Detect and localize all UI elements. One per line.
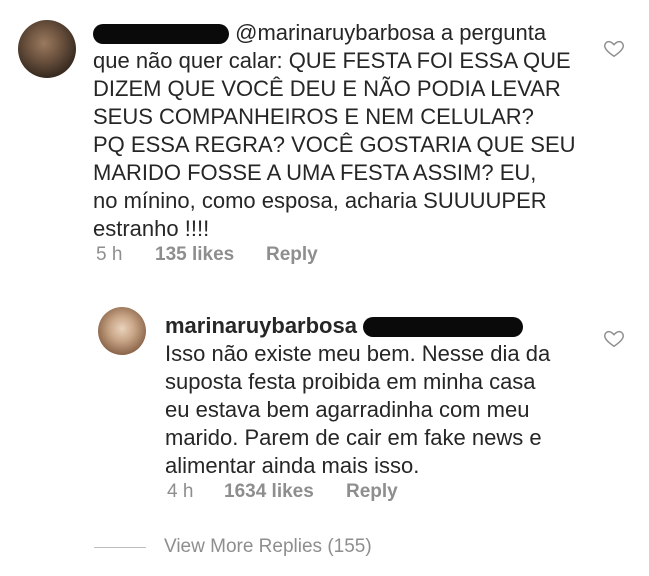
view-more-replies-label[interactable]: View More Replies (155) — [164, 536, 372, 558]
comment-1-line: no mínino, como esposa, acharia SUUUUPER — [93, 188, 547, 213]
comment-2-line: suposta festa proibida em minha casa — [165, 369, 536, 394]
comment-1-inline-text: a pergunta — [434, 20, 547, 45]
reply-button[interactable]: Reply — [266, 244, 318, 266]
comment-1-line: DIZEM QUE VOCÊ DEU E NÃO PODIA LEVAR — [93, 76, 561, 101]
comment-1-line: estranho !!!! — [93, 216, 210, 241]
comment-1-line: SEUS COMPANHEIROS E NEM CELULAR? — [93, 104, 534, 129]
likes-count[interactable]: 1634 likes — [224, 481, 314, 503]
commenter-avatar[interactable] — [18, 20, 76, 78]
comment-2-line: Isso não existe meu bem. Nesse dia da — [165, 341, 551, 366]
reply-button[interactable]: Reply — [346, 481, 398, 503]
comment-1-line: PQ ESSA REGRA? VOCÊ GOSTARIA QUE SEU — [93, 132, 576, 157]
mention-link[interactable]: @marinaruybarbosa — [235, 20, 435, 45]
like-heart-icon[interactable] — [603, 327, 625, 349]
comment-1-line: que não quer calar: QUE FESTA FOI ESSA Q… — [93, 48, 571, 73]
redacted-mention — [363, 317, 524, 338]
comment-2-line: alimentar ainda mais isso. — [165, 453, 420, 478]
comment-time: 5 h — [96, 244, 123, 265]
comment-1-line: MARIDO FOSSE A UMA FESTA ASSIM? EU, — [93, 160, 537, 185]
divider-line — [94, 546, 146, 548]
like-heart-icon[interactable] — [603, 37, 625, 59]
comment-1-body: @marinaruybarbosa a pergunta que não que… — [93, 19, 613, 243]
comment-username[interactable]: marinaruybarbosa — [165, 313, 357, 338]
comment-2-body: marinaruybarbosa Isso não existe meu bem… — [165, 312, 585, 480]
author-avatar[interactable] — [98, 307, 146, 355]
likes-count[interactable]: 135 likes — [155, 244, 234, 266]
comment-time: 4 h — [167, 481, 194, 502]
comment-2-line: eu estava bem agarradinha com meu — [165, 397, 530, 422]
view-more-replies[interactable]: View More Replies (155) — [94, 535, 372, 559]
comment-2-line: marido. Parem de cair em fake news e — [165, 425, 542, 450]
redacted-username — [93, 24, 229, 45]
